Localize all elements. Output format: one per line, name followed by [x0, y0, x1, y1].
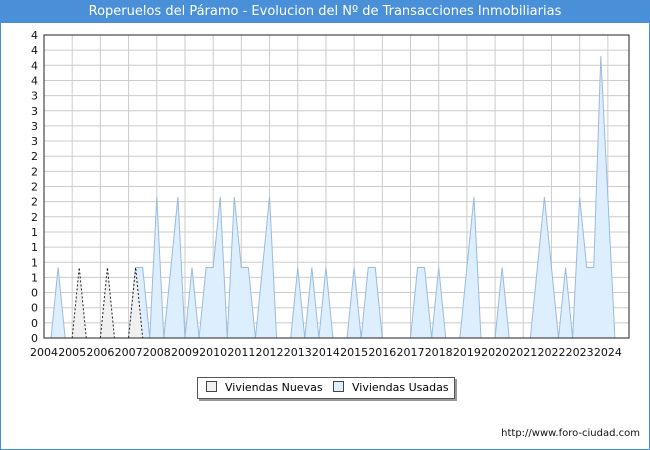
legend-swatch-usadas	[333, 381, 344, 392]
x-tick-labels: 2004 2005 2006 2007 2008 2009 2010 2011 2012 2013…	[30, 346, 622, 359]
x-tick-label: 2011	[227, 346, 255, 359]
x-tick-label: 2010	[199, 346, 227, 359]
y-tick-label: 4	[31, 29, 38, 42]
x-tick-label: 2006	[86, 346, 114, 359]
legend-item-usadas: Viviendas Usadas	[333, 381, 449, 395]
y-tick-label: 3	[31, 120, 38, 133]
y-tick-label: 1	[31, 241, 38, 254]
x-tick-label: 2014	[312, 346, 340, 359]
x-tick-label: 2016	[368, 346, 396, 359]
y-tick-label: 3	[31, 135, 38, 148]
x-tick-label: 2017	[397, 346, 425, 359]
y-tick-label: 0	[31, 287, 38, 300]
x-tick-label: 2008	[143, 346, 171, 359]
x-tick-label: 2019	[453, 346, 481, 359]
y-tick-label: 1	[31, 226, 38, 239]
x-tick-label: 2024	[594, 346, 622, 359]
y-tick-label: 2	[31, 165, 38, 178]
legend: Viviendas Nuevas Viviendas Usadas	[197, 377, 455, 399]
x-tick-label: 2020	[481, 346, 509, 359]
x-tick-label: 2023	[566, 346, 594, 359]
y-tick-label: 2	[31, 181, 38, 194]
y-tick-label: 1	[31, 271, 38, 284]
x-tick-label: 2005	[58, 346, 86, 359]
x-tick-label: 2018	[425, 346, 453, 359]
y-tick-label: 0	[31, 332, 38, 345]
legend-swatch-nuevas	[206, 381, 217, 392]
y-tick-labels: 0 0 0 0 1 1 1 1 2 2 2 2 2 3 3 3 3 4 4 4 4	[31, 29, 38, 345]
source-footer: http://www.foro-ciudad.com	[501, 428, 640, 439]
x-tick-label: 2012	[256, 346, 284, 359]
x-tick-label: 2022	[537, 346, 565, 359]
x-tick-label: 2021	[509, 346, 537, 359]
y-tick-label: 4	[31, 74, 38, 87]
y-tick-label: 3	[31, 105, 38, 118]
y-tick-label: 4	[31, 59, 38, 72]
x-tick-label: 2004	[30, 346, 58, 359]
y-tick-label: 4	[31, 44, 38, 57]
x-tick-label: 2007	[115, 346, 143, 359]
x-tick-label: 2015	[340, 346, 368, 359]
y-tick-label: 1	[31, 256, 38, 269]
y-tick-label: 2	[31, 196, 38, 209]
y-tick-label: 2	[31, 150, 38, 163]
y-tick-label: 3	[31, 90, 38, 103]
legend-item-nuevas: Viviendas Nuevas	[206, 381, 323, 395]
x-tick-label: 2013	[284, 346, 312, 359]
y-tick-label: 0	[31, 317, 38, 330]
legend-label-nuevas: Viviendas Nuevas	[225, 381, 323, 394]
y-tick-label: 2	[31, 211, 38, 224]
y-tick-label: 0	[31, 302, 38, 315]
x-tick-label: 2009	[171, 346, 199, 359]
legend-label-usadas: Viviendas Usadas	[352, 381, 449, 394]
